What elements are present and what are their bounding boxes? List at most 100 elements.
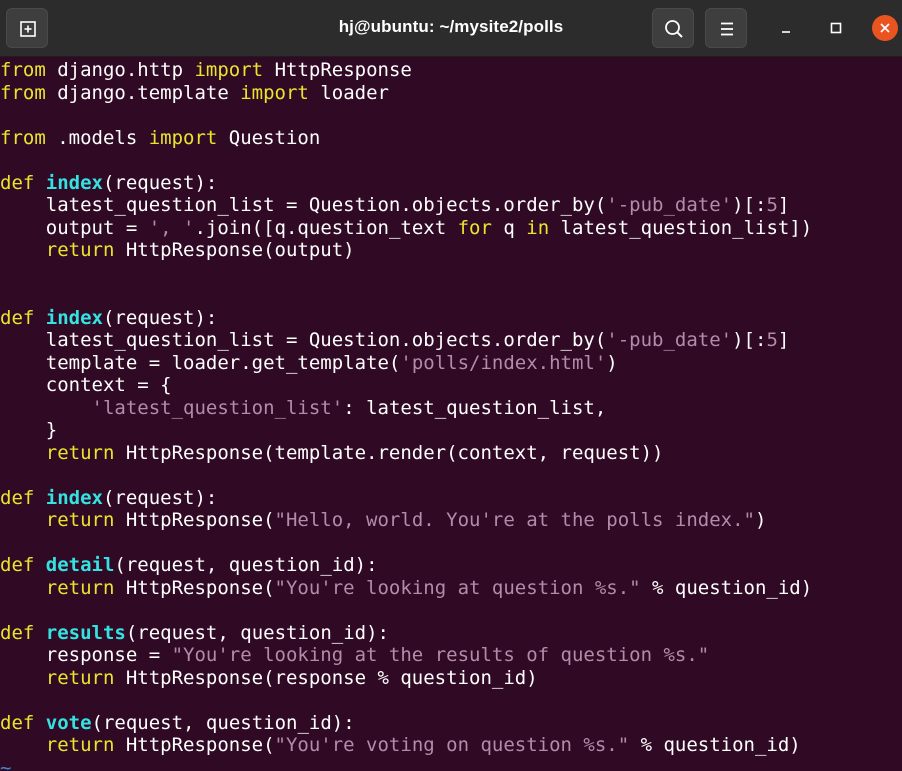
maximize-button[interactable] (823, 15, 849, 41)
code-number: 5 (766, 194, 778, 216)
code-keyword: from (0, 126, 46, 149)
code-line: from django.http import HttpResponse (0, 59, 412, 82)
code-line: return HttpResponse(template.render(cont… (0, 441, 664, 465)
code-text: Question (217, 126, 321, 149)
code-keyword: return (0, 666, 115, 689)
code-function-name: index (45, 306, 103, 329)
code-keyword: return (0, 734, 115, 756)
code-keyword: from (0, 81, 46, 104)
search-button[interactable] (652, 8, 694, 48)
code-text: } (0, 419, 58, 441)
code-text: (request, question_id): (114, 554, 378, 576)
code-text: ) (754, 509, 767, 531)
code-text: template = loader.get_template( (0, 351, 401, 374)
code-text: )[: (732, 329, 767, 351)
hamburger-menu-icon (721, 22, 733, 36)
code-keyword: def (0, 711, 35, 734)
code-text: (request, question_id): (91, 711, 355, 734)
code-text: (request): (102, 171, 218, 194)
code-line: latest_question_list = Question.objects.… (0, 329, 790, 352)
code-keyword: def (0, 554, 35, 576)
code-text: ] (777, 194, 790, 216)
code-text: latest_question_list = Question.objects.… (0, 329, 607, 351)
code-line: def index(request): (0, 307, 217, 330)
code-text: HttpResponse(output) (114, 239, 355, 261)
close-button[interactable] (872, 15, 898, 41)
code-function-name: index (45, 171, 103, 194)
code-function-name: vote (45, 711, 92, 734)
code-text: response = (0, 644, 172, 666)
code-text: .models (45, 126, 149, 149)
code-keyword: return (0, 576, 115, 599)
code-line: def index(request): (0, 487, 217, 510)
code-string: "You're looking at the results of questi… (171, 644, 710, 666)
code-keyword: def (0, 621, 35, 644)
code-text: django.http (45, 59, 195, 81)
code-line: from django.template import loader (0, 82, 389, 105)
window-title: hj@ubuntu: ~/mysite2/polls (338, 17, 564, 36)
close-icon (880, 23, 890, 33)
code-text: : latest_question_list, (343, 396, 607, 419)
code-line: def index(request): (0, 172, 217, 195)
code-keyword: in (526, 216, 550, 239)
code-keyword: def (0, 306, 35, 329)
title-bar: hj@ubuntu: ~/mysite2/polls (0, 0, 902, 57)
code-keyword: return (0, 441, 115, 464)
code-string: 'polls/index.html' (400, 351, 607, 374)
code-text: (request): (102, 486, 218, 509)
code-string: "You're looking at question %s." (274, 576, 641, 599)
minimize-button[interactable] (773, 15, 799, 41)
code-text: HttpResponse(template.render(context, re… (114, 441, 664, 464)
code-keyword: def (0, 171, 35, 194)
search-icon (665, 20, 683, 38)
code-text: latest_question_list]) (549, 216, 813, 239)
code-keyword: import (194, 59, 264, 81)
code-line: return HttpResponse("You're voting on qu… (0, 734, 801, 757)
menu-button[interactable] (705, 8, 747, 48)
code-text: ) (606, 351, 618, 374)
code-keyword: for (457, 216, 492, 239)
code-keyword: import (240, 81, 309, 104)
code-number: 5 (766, 329, 778, 351)
code-line: from .models import Question (0, 127, 320, 150)
code-line: def vote(request, question_id): (0, 712, 355, 735)
code-string: 'latest_question_list' (91, 396, 344, 419)
code-text: (request, question_id): (125, 621, 389, 644)
minimize-icon (782, 31, 790, 33)
code-line: def results(request, question_id): (0, 622, 389, 645)
code-text: context = { (0, 374, 172, 396)
code-keyword: from (0, 59, 46, 81)
code-line: ~ (0, 757, 11, 771)
code-text: HttpResponse( (114, 734, 275, 756)
code-string: ', ' (148, 216, 195, 239)
code-text: HttpResponse( (114, 576, 275, 599)
code-function-name: results (45, 621, 126, 644)
code-text: HttpResponse (263, 59, 412, 81)
code-text: q (491, 216, 527, 239)
code-text: % question_id) (640, 576, 813, 599)
code-line: return HttpResponse("You're looking at q… (0, 577, 812, 600)
code-line: return HttpResponse(response % question_… (0, 667, 538, 690)
code-string: '-pub_date' (606, 194, 733, 216)
code-text: output = (0, 216, 149, 239)
code-line: output = ', '.join([q.question_text for … (0, 216, 813, 240)
code-text: ] (777, 329, 790, 351)
code-string: "You're voting on question %s." (274, 734, 630, 756)
maximize-icon (830, 22, 842, 34)
terminal-content[interactable]: from django.http import HttpResponse from… (0, 57, 902, 771)
empty-line-marker: ~ (0, 756, 12, 771)
code-text: .join([q.question_text (194, 216, 458, 239)
code-line: return HttpResponse("Hello, world. You'r… (0, 509, 767, 532)
code-line: 'latest_question_list': latest_question_… (0, 396, 607, 420)
code-keyword: return (0, 239, 115, 261)
code-string: "Hello, world. You're at the polls index… (274, 509, 755, 531)
code-text: loader (308, 81, 389, 104)
code-string: '-pub_date' (606, 329, 733, 351)
code-line: context = { (0, 374, 172, 397)
